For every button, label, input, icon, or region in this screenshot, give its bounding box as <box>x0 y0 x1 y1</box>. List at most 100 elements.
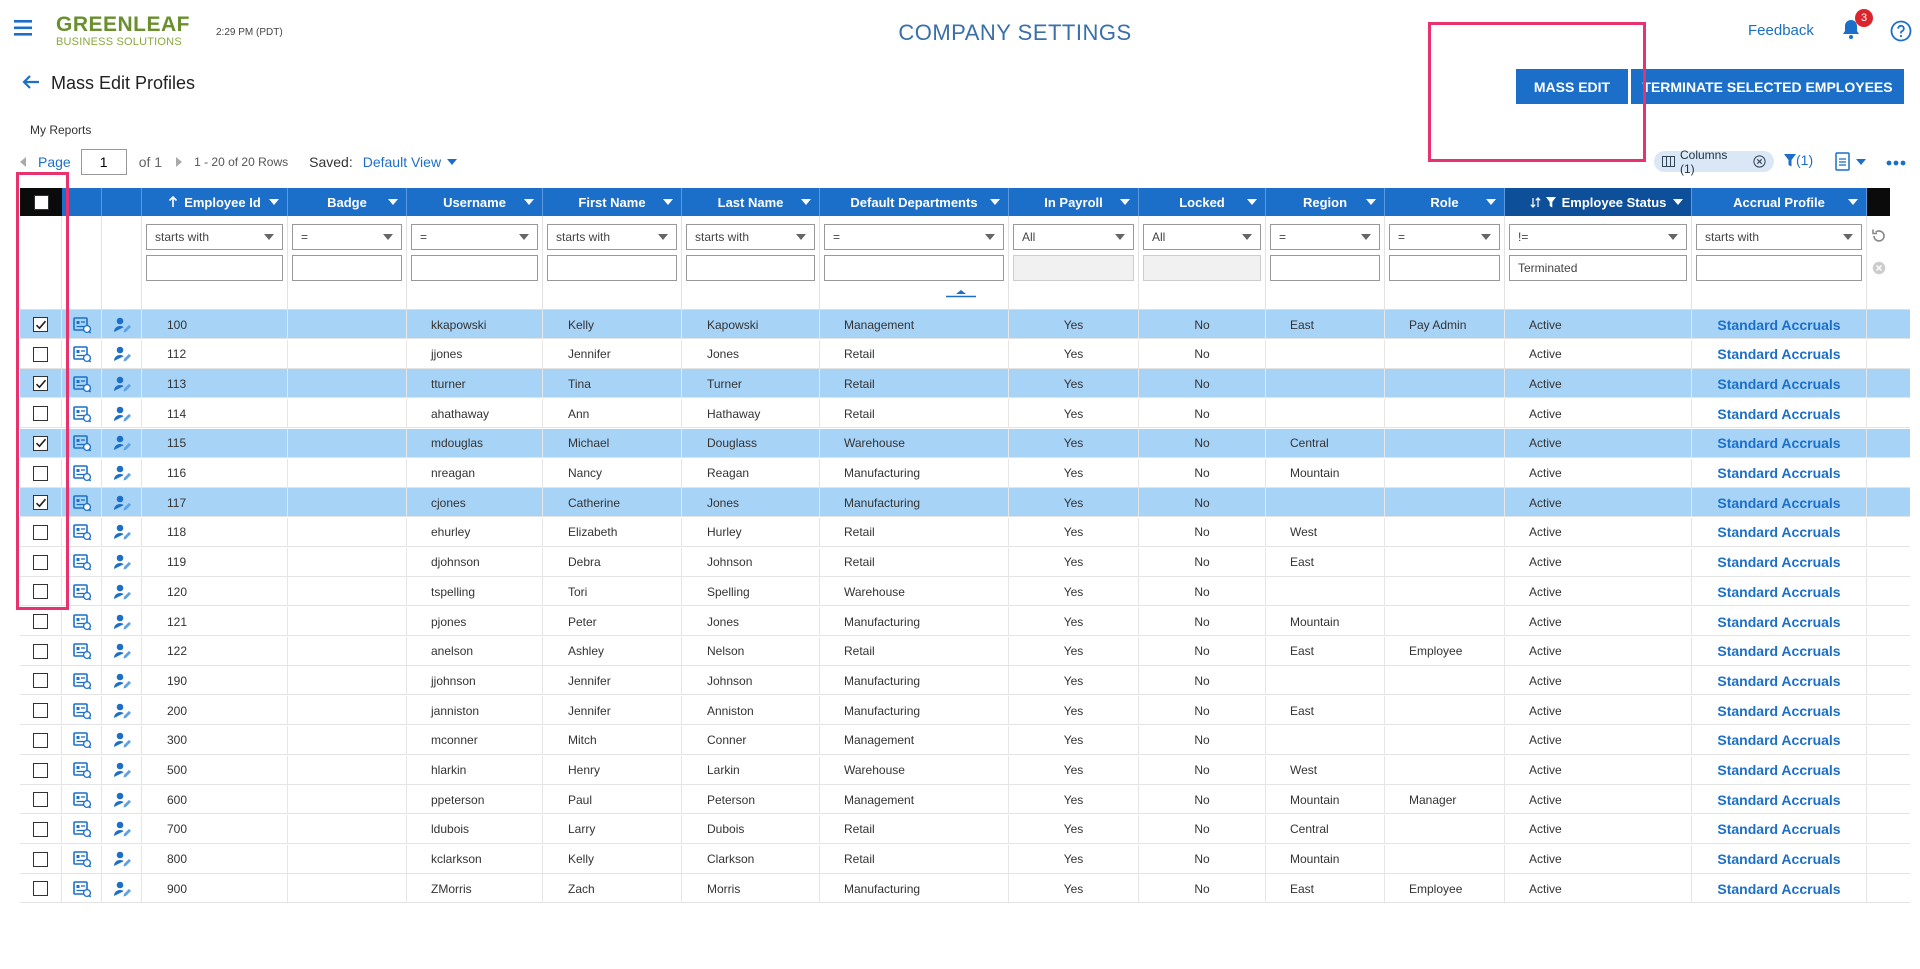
filter-operator-select-role[interactable]: = <box>1389 224 1500 250</box>
user-edit-icon[interactable] <box>113 791 131 809</box>
accrual-profile-link[interactable]: Standard Accruals <box>1717 317 1840 333</box>
row-checkbox[interactable] <box>33 495 48 511</box>
column-header-role[interactable]: Role <box>1385 188 1505 216</box>
profile-card-icon[interactable] <box>72 820 91 838</box>
chevron-down-icon[interactable] <box>663 199 673 205</box>
row-checkbox[interactable] <box>33 821 48 837</box>
user-edit-icon[interactable] <box>113 316 131 334</box>
chevron-down-icon[interactable] <box>524 199 534 205</box>
table-row[interactable]: 100 kkapowski Kelly Kapowski Management Yes No… <box>20 310 1910 339</box>
user-edit-icon[interactable] <box>113 731 131 749</box>
filter-input-accrual-profile[interactable] <box>1696 255 1862 281</box>
chevron-down-icon[interactable] <box>269 199 279 205</box>
filter-input-employee-id[interactable] <box>146 255 283 281</box>
chevron-down-icon[interactable] <box>1848 199 1858 205</box>
terminate-selected-button[interactable]: TERMINATE SELECTED EMPLOYEES <box>1631 69 1904 104</box>
table-row[interactable]: 300 mconner Mitch Conner Management Yes No Acti… <box>20 725 1910 755</box>
row-checkbox[interactable] <box>33 881 48 897</box>
next-page-icon[interactable] <box>176 157 183 167</box>
table-row[interactable]: 117 cjones Catherine Jones Manufacturing Yes N… <box>20 488 1910 518</box>
row-checkbox[interactable] <box>33 317 48 332</box>
user-edit-icon[interactable] <box>113 761 131 779</box>
column-header-badge[interactable]: Badge <box>288 188 407 216</box>
chevron-down-icon[interactable] <box>1486 199 1496 205</box>
user-edit-icon[interactable] <box>113 613 131 631</box>
row-checkbox[interactable] <box>33 406 48 422</box>
row-checkbox[interactable] <box>33 703 48 719</box>
accrual-profile-link[interactable]: Standard Accruals <box>1717 703 1840 719</box>
row-checkbox[interactable] <box>33 851 48 867</box>
profile-card-icon[interactable] <box>72 850 91 868</box>
column-header-accrual-profile[interactable]: Accrual Profile <box>1692 188 1867 216</box>
filter-input-region[interactable] <box>1270 255 1380 281</box>
profile-card-icon[interactable] <box>72 672 91 690</box>
more-icon[interactable] <box>1886 160 1906 166</box>
user-edit-icon[interactable] <box>113 464 131 482</box>
accrual-profile-link[interactable]: Standard Accruals <box>1717 346 1840 362</box>
user-edit-icon[interactable] <box>113 375 131 393</box>
profile-card-icon[interactable] <box>72 434 91 452</box>
accrual-profile-link[interactable]: Standard Accruals <box>1717 435 1840 451</box>
user-edit-icon[interactable] <box>113 523 131 541</box>
profile-card-icon[interactable] <box>72 731 91 749</box>
column-header-first-name[interactable]: First Name <box>543 188 682 216</box>
profile-card-icon[interactable] <box>72 702 91 720</box>
row-checkbox[interactable] <box>33 346 48 362</box>
accrual-profile-link[interactable]: Standard Accruals <box>1717 465 1840 481</box>
refresh-icon[interactable] <box>1871 228 1887 244</box>
user-edit-icon[interactable] <box>113 583 131 601</box>
table-row[interactable]: 200 janniston Jennifer Anniston Manufacturin… <box>20 696 1910 726</box>
row-checkbox[interactable] <box>33 673 48 689</box>
table-row[interactable]: 120 tspelling Tori Spelling Warehouse Yes No Ac… <box>20 577 1910 607</box>
table-row[interactable]: 112 jjones Jennifer Jones Retail Yes No Active S… <box>20 339 1910 369</box>
user-edit-icon[interactable] <box>113 434 131 452</box>
profile-card-icon[interactable] <box>72 613 91 631</box>
profile-card-icon[interactable] <box>72 761 91 779</box>
accrual-profile-link[interactable]: Standard Accruals <box>1717 554 1840 570</box>
table-row[interactable]: 116 nreagan Nancy Reagan Manufacturing Yes No M… <box>20 458 1910 488</box>
table-row[interactable]: 115 mdouglas Michael Douglass Warehouse Yes No… <box>20 428 1910 458</box>
profile-card-icon[interactable] <box>72 345 91 363</box>
filter-count-button[interactable]: (1) <box>1784 152 1813 168</box>
row-checkbox[interactable] <box>33 376 48 392</box>
table-row[interactable]: 121 pjones Peter Jones Manufacturing Yes No Mou… <box>20 607 1910 636</box>
filter-operator-select-employee-status[interactable]: != <box>1509 224 1687 250</box>
accrual-profile-link[interactable]: Standard Accruals <box>1717 732 1840 748</box>
row-checkbox[interactable] <box>33 465 48 481</box>
filter-operator-select-employee-id[interactable]: starts with <box>146 224 283 250</box>
profile-card-icon[interactable] <box>72 405 91 423</box>
prev-page-icon[interactable] <box>20 157 26 167</box>
filter-operator-select-last-name[interactable]: starts with <box>686 224 815 250</box>
filter-operator-select-accrual-profile[interactable]: starts with <box>1696 224 1862 250</box>
accrual-profile-link[interactable]: Standard Accruals <box>1717 762 1840 778</box>
clear-icon[interactable] <box>1872 261 1886 275</box>
chevron-down-icon[interactable] <box>1120 199 1130 205</box>
filter-input-badge[interactable] <box>292 255 402 281</box>
help-icon[interactable] <box>1890 20 1912 42</box>
chevron-down-icon[interactable] <box>1247 199 1257 205</box>
export-icon[interactable] <box>1835 152 1873 172</box>
table-row[interactable]: 900 ZMorris Zach Morris Manufacturing Yes No Ea… <box>20 874 1910 904</box>
accrual-profile-link[interactable]: Standard Accruals <box>1717 881 1840 897</box>
filter-operator-select-locked[interactable]: All <box>1143 224 1261 250</box>
accrual-profile-link[interactable]: Standard Accruals <box>1717 643 1840 659</box>
table-row[interactable]: 118 ehurley Elizabeth Hurley Retail Yes No West… <box>20 517 1910 547</box>
profile-card-icon[interactable] <box>72 642 91 660</box>
table-row[interactable]: 114 ahathaway Ann Hathaway Retail Yes No Active… <box>20 399 1910 429</box>
accrual-profile-link[interactable]: Standard Accruals <box>1717 673 1840 689</box>
accrual-profile-link[interactable]: Standard Accruals <box>1717 614 1840 630</box>
filter-input-last-name[interactable] <box>686 255 815 281</box>
column-header-last-name[interactable]: Last Name <box>682 188 820 216</box>
table-row[interactable]: 800 kclarkson Kelly Clarkson Retail Yes No Moun… <box>20 844 1910 874</box>
profile-card-icon[interactable] <box>72 494 91 512</box>
column-header-employee-id[interactable]: Employee Id <box>142 188 288 216</box>
column-header-locked[interactable]: Locked <box>1139 188 1266 216</box>
profile-card-icon[interactable] <box>72 791 91 809</box>
filter-operator-select-username[interactable]: = <box>411 224 538 250</box>
chevron-down-icon[interactable] <box>990 199 1000 205</box>
accrual-profile-link[interactable]: Standard Accruals <box>1717 851 1840 867</box>
chevron-down-icon[interactable] <box>801 199 811 205</box>
chevron-down-icon[interactable] <box>447 159 458 165</box>
accrual-profile-link[interactable]: Standard Accruals <box>1717 406 1840 422</box>
row-checkbox[interactable] <box>33 643 48 659</box>
